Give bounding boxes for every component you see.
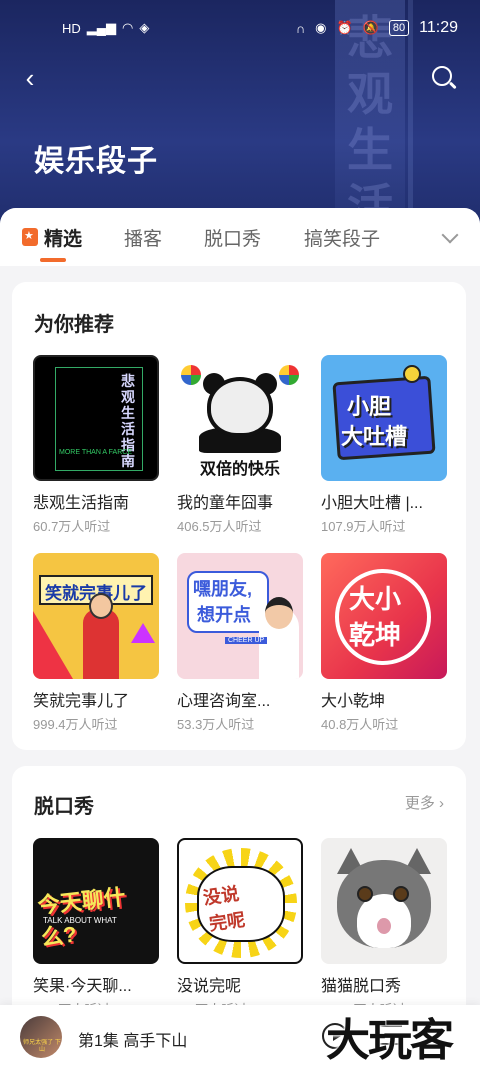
album-item[interactable]: 小胆 大吐槽 小胆大吐槽 |... 107.9万人听过 bbox=[321, 355, 447, 535]
album-listeners: 40.8万人听过 bbox=[321, 717, 399, 732]
album-cover: 大小 乾坤 bbox=[321, 553, 447, 679]
pinwheel-icon bbox=[279, 365, 299, 385]
cover-shape bbox=[33, 611, 73, 679]
cover-subtext: MORE THAN A FARCE bbox=[59, 449, 132, 456]
more-link[interactable]: 更多 › bbox=[405, 792, 444, 813]
album-title: 心理咨询室... bbox=[177, 693, 271, 710]
cat-mouth bbox=[377, 918, 391, 934]
cat-eye bbox=[393, 886, 409, 902]
header-banner: 悲观生活 HD ▂▄▆ ◠ ◈ ∩ ◉ ⏰ 🔕 80 11:29 ‹ 娱乐段子 bbox=[0, 0, 480, 236]
cover-subtext: TALK ABOUT WHAT bbox=[43, 916, 117, 925]
battery-icon: 80 bbox=[388, 20, 410, 36]
album-item[interactable]: 今天聊什么? TALK ABOUT WHAT 笑果·今天聊... 20.8万人听… bbox=[33, 838, 159, 1018]
album-listeners: 107.9万人听过 bbox=[321, 519, 406, 534]
cover-figure-head bbox=[89, 593, 113, 619]
cover-text: 双倍的快乐 bbox=[199, 461, 280, 478]
tab-podcast[interactable]: 播客 bbox=[124, 224, 162, 251]
pinwheel-icon bbox=[181, 365, 201, 385]
status-right: ∩ ◉ ⏰ 🔕 80 11:29 bbox=[296, 19, 458, 37]
app-notification-icon: ◈ bbox=[139, 20, 150, 35]
clock: 11:29 bbox=[419, 19, 458, 36]
chevron-down-icon[interactable] bbox=[438, 226, 462, 250]
back-arrow-icon: ‹ bbox=[25, 63, 35, 93]
signal-icon: ▂▄▆ bbox=[86, 20, 116, 35]
album-listeners: 406.5万人听过 bbox=[177, 519, 262, 534]
cover-text: 今天聊什么? bbox=[36, 884, 127, 951]
section-title: 脱口秀 bbox=[34, 796, 94, 818]
tab-featured[interactable]: 精选 bbox=[44, 224, 82, 251]
cover-shape bbox=[131, 623, 155, 643]
album-title: 猫猫脱口秀 bbox=[321, 978, 402, 995]
status-left: HD ▂▄▆ ◠ ◈ bbox=[62, 20, 149, 36]
chevron-right-icon: › bbox=[439, 795, 444, 812]
page-title: 娱乐段子 bbox=[34, 145, 158, 178]
album-title: 大小乾坤 bbox=[321, 693, 386, 710]
cover-text: 嘿朋友, bbox=[193, 579, 253, 599]
content-sheet: 精选 播客 脱口秀 搞笑段子 为你推荐 悲观生活指南 MORE THAN A F… bbox=[0, 208, 480, 1067]
album-title: 悲观生活指南 bbox=[33, 495, 130, 512]
active-tab-indicator bbox=[40, 258, 66, 262]
episode-title[interactable]: 第1集 高手下山 bbox=[78, 1027, 187, 1051]
cover-figure bbox=[83, 609, 119, 679]
back-button[interactable]: ‹ bbox=[14, 62, 46, 94]
category-tabs: 精选 播客 脱口秀 搞笑段子 bbox=[0, 208, 480, 266]
cover-tag: CHEER UP bbox=[225, 637, 268, 644]
album-cover: 今天聊什么? TALK ABOUT WHAT bbox=[33, 838, 159, 964]
thumbnail-text: 师兄太强了 下山 bbox=[23, 1040, 61, 1053]
alarm-icon: ⏰ bbox=[336, 20, 353, 35]
album-cover: 笑就完事儿了 bbox=[33, 553, 159, 679]
album-title: 没说完呢 bbox=[177, 978, 242, 995]
wifi-icon: ◠ bbox=[122, 20, 134, 35]
cover-text: 完呢 bbox=[207, 909, 247, 935]
album-cover: 嘿朋友, 想开点 CHEER UP bbox=[177, 553, 303, 679]
cover-text: 大小 bbox=[349, 584, 402, 614]
cover-text: 乾坤 bbox=[349, 620, 402, 650]
album-title: 笑就完事儿了 bbox=[33, 693, 130, 710]
cover-dot bbox=[403, 365, 421, 383]
album-listeners: 53.3万人听过 bbox=[177, 717, 255, 732]
album-item[interactable]: 双倍的快乐 我的童年囧事 406.5万人听过 bbox=[177, 355, 303, 535]
headphones-icon: ∩ bbox=[295, 20, 306, 36]
search-icon-handle bbox=[449, 81, 457, 89]
album-listeners: 999.4万人听过 bbox=[33, 717, 118, 732]
tab-talkshow[interactable]: 脱口秀 bbox=[204, 224, 261, 251]
album-cover: 双倍的快乐 bbox=[177, 355, 303, 481]
cover-text: 小胆 bbox=[347, 394, 392, 419]
cover-person-head bbox=[265, 597, 293, 629]
featured-icon bbox=[22, 228, 38, 246]
album-title: 小胆大吐槽 |... bbox=[321, 495, 423, 512]
cover-text: 想开点 bbox=[197, 605, 251, 625]
more-label: 更多 bbox=[404, 795, 435, 812]
album-title: 我的童年囧事 bbox=[177, 495, 274, 512]
status-bar: HD ▂▄▆ ◠ ◈ ∩ ◉ ⏰ 🔕 80 11:29 bbox=[0, 0, 480, 58]
album-cover: 没说 完呢 bbox=[177, 838, 303, 964]
cat-eye bbox=[357, 886, 373, 902]
hd-icon: HD bbox=[62, 20, 81, 36]
album-cover bbox=[321, 838, 447, 964]
mute-icon: 🔕 bbox=[362, 20, 379, 35]
album-item[interactable]: 嘿朋友, 想开点 CHEER UP 心理咨询室... 53.3万人听过 bbox=[177, 553, 303, 733]
panda-face bbox=[207, 377, 273, 437]
album-title: 笑果·今天聊... bbox=[33, 978, 132, 995]
cover-text: 大吐槽 bbox=[341, 424, 408, 449]
album-listeners: 60.7万人听过 bbox=[33, 519, 111, 534]
eye-icon: ◉ bbox=[315, 20, 327, 35]
album-item[interactable]: 悲观生活指南 MORE THAN A FARCE 悲观生活指南 60.7万人听过 bbox=[33, 355, 159, 535]
album-cover: 小胆 大吐槽 bbox=[321, 355, 447, 481]
recommend-section: 为你推荐 悲观生活指南 MORE THAN A FARCE 悲观生活指南 60.… bbox=[12, 282, 466, 750]
section-title: 为你推荐 bbox=[34, 314, 114, 336]
tab-jokes[interactable]: 搞笑段子 bbox=[304, 224, 380, 251]
album-item[interactable]: 没说 完呢 没说完呢 9.3万人听过 bbox=[177, 838, 303, 1018]
watermark-logo: 大玩客 bbox=[326, 1015, 454, 1066]
player-thumbnail[interactable]: 师兄太强了 下山 bbox=[20, 1016, 62, 1058]
search-button[interactable] bbox=[428, 62, 460, 94]
album-item[interactable]: 猫猫脱口秀 714.5万人听过 bbox=[321, 838, 447, 1018]
album-item[interactable]: 大小 乾坤 大小乾坤 40.8万人听过 bbox=[321, 553, 447, 733]
album-cover: 悲观生活指南 MORE THAN A FARCE bbox=[33, 355, 159, 481]
album-item[interactable]: 笑就完事儿了 笑就完事儿了 999.4万人听过 bbox=[33, 553, 159, 733]
